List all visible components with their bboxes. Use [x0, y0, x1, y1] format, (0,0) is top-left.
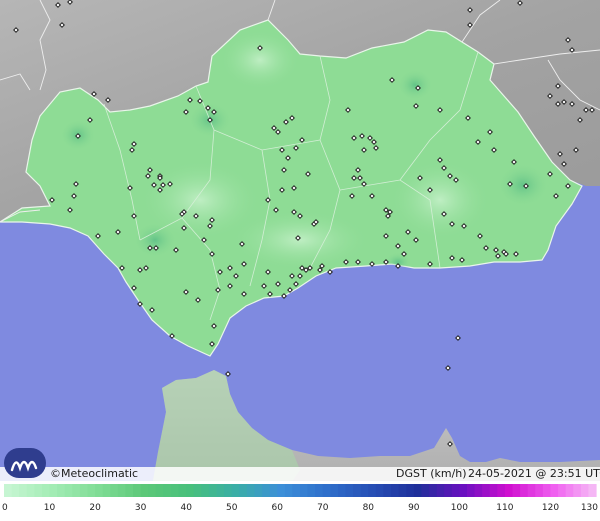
legend-swatch — [512, 484, 521, 497]
legend-swatch — [558, 484, 567, 497]
legend-label: 70 — [317, 503, 329, 513]
legend-label: 110 — [496, 503, 513, 513]
legend-swatch — [193, 484, 202, 497]
legend-swatch — [269, 484, 278, 497]
legend-swatch — [231, 484, 240, 497]
legend-swatch — [421, 484, 430, 497]
legend-swatch — [573, 484, 582, 497]
legend-label: 90 — [408, 503, 420, 513]
legend-swatch — [489, 484, 498, 497]
legend-swatch — [254, 484, 263, 497]
legend-swatch — [148, 484, 157, 497]
legend-swatch — [459, 484, 468, 497]
legend-label: 30 — [135, 503, 147, 513]
legend-swatch — [201, 484, 210, 497]
legend-swatch — [300, 484, 309, 497]
legend-swatch — [239, 484, 248, 497]
legend-swatch — [186, 484, 195, 497]
legend-swatch — [307, 484, 316, 497]
legend-swatch — [322, 484, 331, 497]
legend-swatch — [535, 484, 544, 497]
legend-swatch — [550, 484, 559, 497]
legend-swatch — [429, 484, 438, 497]
legend-label: 10 — [44, 503, 56, 513]
legend-swatch — [178, 484, 187, 497]
legend-label: 130 — [581, 503, 598, 513]
legend-swatch — [497, 484, 506, 497]
legend-swatch — [383, 484, 392, 497]
legend-swatch — [580, 484, 590, 497]
legend-swatch — [451, 484, 460, 497]
legend-swatch — [466, 484, 476, 497]
legend-swatch — [155, 484, 164, 497]
legend-swatch — [117, 484, 127, 497]
legend-label: 120 — [542, 503, 559, 513]
legend-label: 50 — [226, 503, 238, 513]
legend-swatch — [330, 484, 339, 497]
legend-swatch — [133, 484, 142, 497]
legend-swatch — [375, 484, 385, 497]
legend-swatch — [474, 484, 483, 497]
legend-color-bar — [4, 484, 597, 497]
legend-swatch — [41, 484, 51, 497]
legend-swatch — [262, 484, 271, 497]
meteoclimatic-logo — [4, 448, 46, 478]
legend-swatch — [360, 484, 369, 497]
legend-swatch — [79, 484, 89, 497]
legend-label: 60 — [271, 503, 283, 513]
legend-swatch — [482, 484, 491, 497]
legend-swatch — [170, 484, 180, 497]
legend-swatch — [436, 484, 445, 497]
legend-swatch — [565, 484, 574, 497]
legend-swatch — [277, 484, 286, 497]
legend-swatch — [444, 484, 453, 497]
legend-swatch — [87, 484, 96, 497]
legend-swatch — [140, 484, 149, 497]
legend-swatch — [216, 484, 225, 497]
brand-label: ©Meteoclimatic — [50, 467, 138, 480]
legend-swatch — [337, 484, 347, 497]
datetime-label: 24-05-2021 @ 23:51 UTC — [468, 467, 600, 480]
legend-swatch — [102, 484, 111, 497]
legend-swatch — [398, 484, 407, 497]
legend-label: 20 — [89, 503, 101, 513]
legend-swatch — [504, 484, 514, 497]
legend-swatch — [208, 484, 218, 497]
legend-swatch — [406, 484, 415, 497]
legend-swatch — [95, 484, 104, 497]
legend-swatch — [49, 484, 58, 497]
legend-swatch — [292, 484, 301, 497]
legend-swatch — [11, 484, 20, 497]
legend-swatch — [315, 484, 324, 497]
legend-swatch — [26, 484, 35, 497]
legend-swatch — [34, 484, 43, 497]
legend-swatch — [125, 484, 134, 497]
legend-label: 40 — [180, 503, 192, 513]
legend-swatch — [224, 484, 233, 497]
legend-swatch — [391, 484, 400, 497]
legend-swatch — [527, 484, 536, 497]
legend-swatch — [353, 484, 362, 497]
legend-label: 100 — [451, 503, 468, 513]
legend-label: 80 — [363, 503, 375, 513]
legend-swatch — [19, 484, 28, 497]
legend-swatch — [345, 484, 354, 497]
legend-swatch — [64, 484, 73, 497]
legend-swatch — [57, 484, 66, 497]
legend-swatch — [520, 484, 529, 497]
legend-swatch — [4, 484, 13, 497]
wind-gust-map: ©Meteoclimatic DGST (km/h) 24-05-2021 @ … — [0, 0, 600, 517]
variable-label: DGST (km/h) — [396, 467, 467, 480]
legend-label: 0 — [2, 503, 8, 513]
legend-swatch — [246, 484, 256, 497]
legend-swatch — [72, 484, 81, 497]
legend-swatch — [588, 484, 597, 497]
legend-swatch — [284, 484, 294, 497]
legend-swatch — [163, 484, 172, 497]
legend-swatch — [542, 484, 552, 497]
legend-swatch — [110, 484, 119, 497]
legend-swatch — [368, 484, 377, 497]
legend-swatch — [413, 484, 423, 497]
